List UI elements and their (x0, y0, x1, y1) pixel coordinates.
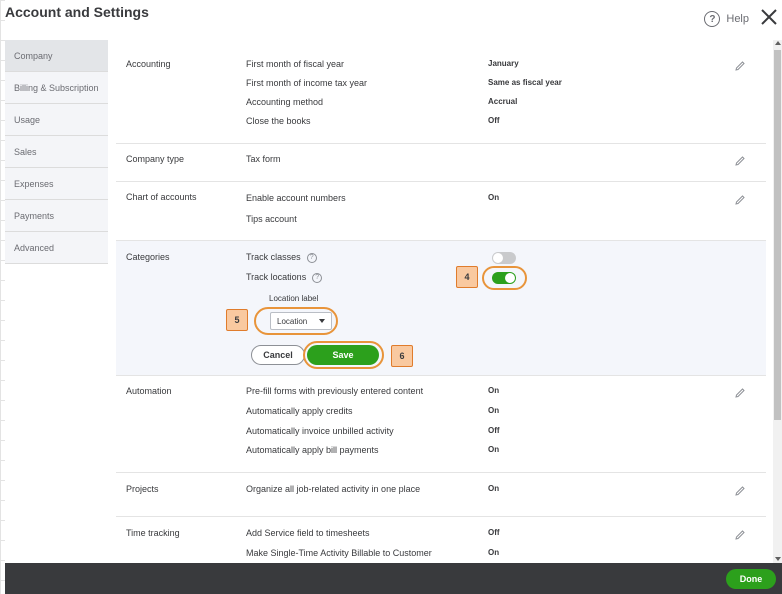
save-button[interactable]: Save (307, 345, 379, 365)
scroll-up-arrow-icon[interactable] (775, 41, 781, 45)
section-title: Projects (126, 484, 159, 494)
pencil-icon[interactable] (734, 387, 746, 399)
sidebar-item-expenses[interactable]: Expenses (5, 168, 108, 200)
step-callout-4: 4 (456, 266, 478, 288)
step-callout-6: 6 (391, 345, 413, 367)
row-label: Pre-fill forms with previously entered c… (246, 386, 424, 396)
row-value: On (488, 193, 500, 202)
row-label: Automatically apply bill payments (246, 445, 379, 455)
row-value: Accrual (488, 97, 518, 106)
section-title: Chart of accounts (126, 192, 197, 202)
pencil-icon[interactable] (734, 194, 746, 206)
company-type-section[interactable]: Company type Tax form (116, 144, 766, 182)
row-value: On (488, 386, 500, 395)
track-locations-row: Track locations? (246, 272, 323, 283)
sidebar-item-billing[interactable]: Billing & Subscription (5, 72, 108, 104)
row-label: First month of fiscal year (246, 59, 345, 69)
row-label: Enable account numbers (246, 193, 346, 203)
time-tracking-section[interactable]: Time tracking Add Service field to times… (116, 517, 766, 563)
row-label: Automatically invoice unbilled activity (246, 426, 394, 436)
track-locations-toggle[interactable] (492, 272, 516, 284)
help-label: Help (726, 13, 749, 25)
scroll-down-arrow-icon[interactable] (775, 557, 781, 561)
track-classes-row: Track classes? (246, 252, 317, 263)
settings-sidebar: Company Billing & Subscription Usage Sal… (5, 40, 108, 264)
automation-section[interactable]: Automation Pre-fill forms with previousl… (116, 376, 766, 473)
info-icon[interactable]: ? (306, 252, 317, 263)
done-button[interactable]: Done (726, 569, 776, 589)
chevron-down-icon (319, 319, 325, 323)
row-value: On (488, 406, 500, 415)
location-label-dropdown[interactable]: Location (270, 312, 332, 330)
cancel-button[interactable]: Cancel (251, 345, 305, 365)
sidebar-item-company[interactable]: Company (5, 40, 108, 72)
pencil-icon[interactable] (734, 155, 746, 167)
dialog-footer: Done (5, 563, 782, 594)
info-icon[interactable]: ? (312, 272, 323, 283)
settings-dialog: Account and Settings ? Help Company Bill… (5, 0, 782, 594)
row-value: On (488, 548, 500, 557)
track-classes-toggle[interactable] (492, 252, 516, 264)
row-label: Organize all job-related activity in one… (246, 484, 421, 494)
section-title: Company type (126, 154, 185, 164)
row-value: January (488, 59, 519, 68)
pencil-icon[interactable] (734, 485, 746, 497)
row-value: Same as fiscal year (488, 78, 562, 87)
row-label: Make Single-Time Activity Billable to Cu… (246, 548, 432, 558)
row-label: First month of income tax year (246, 78, 368, 88)
track-classes-label: Track classes (246, 252, 301, 262)
help-link[interactable]: ? Help (704, 11, 749, 27)
settings-content: Accounting First month of fiscal year Ja… (116, 40, 766, 563)
section-title: Automation (126, 386, 172, 396)
track-locations-label: Track locations (246, 272, 307, 282)
chart-of-accounts-section[interactable]: Chart of accounts Enable account numbers… (116, 182, 766, 241)
sidebar-item-advanced[interactable]: Advanced (5, 232, 108, 264)
section-title: Time tracking (126, 528, 180, 538)
row-label: Accounting method (246, 97, 324, 107)
sidebar-item-usage[interactable]: Usage (5, 104, 108, 136)
row-value: On (488, 445, 500, 454)
location-label-caption: Location label (269, 294, 319, 303)
row-label: Tax form (246, 154, 281, 164)
scrollbar-thumb[interactable] (774, 50, 781, 420)
sidebar-item-payments[interactable]: Payments (5, 200, 108, 232)
close-icon[interactable] (760, 8, 778, 26)
row-label: Tips account (246, 214, 297, 224)
sidebar-item-sales[interactable]: Sales (5, 136, 108, 168)
step-callout-5: 5 (226, 309, 248, 331)
page-title: Account and Settings (5, 4, 149, 20)
dropdown-value: Location (277, 316, 308, 326)
row-value: On (488, 484, 500, 493)
pencil-icon[interactable] (734, 60, 746, 72)
row-value: Off (488, 116, 500, 125)
categories-section: Categories Track classes? Track location… (116, 241, 766, 376)
pencil-icon[interactable] (734, 529, 746, 541)
help-icon: ? (704, 11, 721, 27)
accounting-section[interactable]: Accounting First month of fiscal year Ja… (116, 40, 766, 144)
section-title: Categories (126, 252, 170, 262)
row-value: Off (488, 528, 500, 537)
projects-section[interactable]: Projects Organize all job-related activi… (116, 473, 766, 517)
content-scrollbar[interactable] (773, 40, 782, 563)
row-label: Automatically apply credits (246, 406, 353, 416)
row-value: Off (488, 426, 500, 435)
row-label: Add Service field to timesheets (246, 528, 370, 538)
row-label: Close the books (246, 116, 311, 126)
section-title: Accounting (126, 59, 171, 69)
